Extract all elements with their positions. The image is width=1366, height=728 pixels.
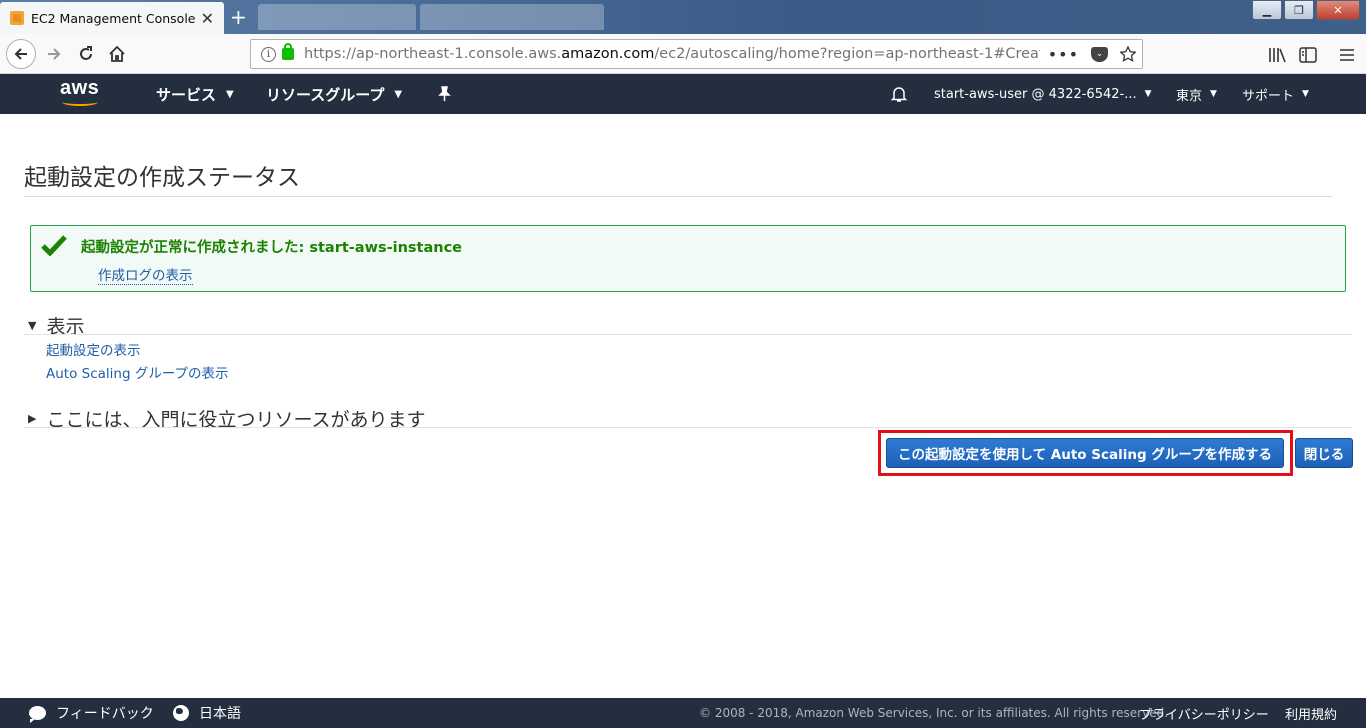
pocket-icon[interactable]: ⌄ xyxy=(1091,46,1108,62)
notification-bell-icon[interactable] xyxy=(890,85,908,103)
aws-console-header: aws サービス ▼ リソースグループ ▼ start-aws-user @ 4… xyxy=(0,74,1366,114)
checkmark-icon xyxy=(41,235,67,256)
sidebar-toggle-icon[interactable] xyxy=(1299,47,1317,63)
bookmark-star-icon[interactable] xyxy=(1120,46,1136,62)
secure-lock-icon xyxy=(282,43,294,60)
url-actions: ••• ⌄ xyxy=(1039,40,1136,68)
language-selector[interactable]: 日本語 xyxy=(173,698,241,728)
forward-button[interactable] xyxy=(40,40,68,68)
console-footer: フィードバック 日本語 © 2008 - 2018, Amazon Web Se… xyxy=(0,698,1366,728)
home-button[interactable] xyxy=(103,40,131,68)
page-actions-icon[interactable]: ••• xyxy=(1048,45,1079,64)
resource-groups-menu[interactable]: リソースグループ ▼ xyxy=(266,74,402,114)
page-title: 起動設定の作成ステータス xyxy=(24,165,300,191)
library-icon[interactable] xyxy=(1268,47,1286,63)
aws-logo[interactable]: aws xyxy=(60,78,104,108)
reload-button[interactable] xyxy=(72,40,100,68)
feedback-link[interactable]: フィードバック xyxy=(29,698,154,728)
window-restore-button[interactable]: ❐ xyxy=(1284,0,1314,20)
view-creation-log-link[interactable]: 作成ログの表示 xyxy=(98,264,193,285)
success-message: 起動設定が正常に作成されました: start-aws-instance xyxy=(81,240,463,256)
region-label: 東京 xyxy=(1176,88,1203,104)
feedback-bubble-icon xyxy=(29,706,46,723)
browser-tab-inactive[interactable] xyxy=(258,4,416,30)
resource-groups-label: リソースグループ xyxy=(266,85,385,104)
services-label: サービス xyxy=(156,85,217,104)
support-label: サポート xyxy=(1242,88,1295,104)
window-minimize-button[interactable]: ▁ xyxy=(1252,0,1282,20)
language-label: 日本語 xyxy=(199,706,241,722)
close-button[interactable]: 閉じる xyxy=(1295,438,1353,468)
reload-icon xyxy=(80,46,92,60)
caret-down-icon: ▼ xyxy=(28,319,37,332)
chevron-down-icon: ▼ xyxy=(394,88,403,100)
support-menu[interactable]: サポート ▼ xyxy=(1242,74,1309,114)
aws-smile-icon xyxy=(62,98,98,106)
section-divider xyxy=(24,427,1352,428)
url-suffix: /ec2/autoscaling/home?region=ap-northeas… xyxy=(654,46,1071,62)
privacy-policy-link[interactable]: プライバシーポリシー xyxy=(1139,698,1269,728)
window-controls: ▁ ❐ ✕ xyxy=(1250,0,1360,20)
pin-icon[interactable] xyxy=(437,86,452,102)
forward-arrow-icon xyxy=(48,48,61,60)
caret-right-icon: ▶ xyxy=(28,412,37,425)
title-divider xyxy=(24,196,1332,197)
account-label: start-aws-user @ 4322-6542-... xyxy=(934,86,1137,102)
chevron-down-icon: ▼ xyxy=(226,88,234,100)
chevron-down-icon: ▼ xyxy=(1144,89,1152,99)
region-menu[interactable]: 東京 ▼ xyxy=(1176,74,1217,114)
chevron-down-icon: ▼ xyxy=(1210,89,1217,99)
chevron-down-icon: ▼ xyxy=(1302,89,1309,99)
globe-icon xyxy=(173,705,189,721)
browser-tab-inactive[interactable] xyxy=(420,4,604,30)
services-menu[interactable]: サービス ▼ xyxy=(156,74,234,114)
view-autoscaling-groups-link[interactable]: Auto Scaling グループの表示 xyxy=(46,362,229,382)
view-launch-config-link[interactable]: 起動設定の表示 xyxy=(46,339,141,359)
browser-tab-active[interactable]: EC2 Management Console ✕ xyxy=(0,2,224,34)
browser-navbar: i https://ap-northeast-1.console.aws. ama… xyxy=(0,34,1366,74)
account-menu[interactable]: start-aws-user @ 4322-6542-... ▼ xyxy=(934,74,1152,114)
url-bar[interactable]: i https://ap-northeast-1.console.aws. ama… xyxy=(250,39,1143,69)
back-arrow-icon xyxy=(14,48,27,60)
feedback-label: フィードバック xyxy=(56,706,154,722)
hamburger-menu-icon[interactable] xyxy=(1339,48,1355,62)
window-close-button[interactable]: ✕ xyxy=(1316,0,1360,20)
site-info-icon[interactable]: i xyxy=(261,46,276,62)
close-tab-icon[interactable]: ✕ xyxy=(201,9,214,28)
url-domain: amazon.com xyxy=(561,46,655,62)
aws-favicon-icon xyxy=(10,11,24,25)
section-divider xyxy=(24,334,1352,335)
success-alert: 起動設定が正常に作成されました: start-aws-instance 作成ログ… xyxy=(30,225,1346,292)
url-prefix: https://ap-northeast-1.console.aws. xyxy=(304,46,562,62)
browser-tab-strip: EC2 Management Console ✕ + ▁ ❐ ✕ xyxy=(0,0,1366,34)
new-tab-icon[interactable]: + xyxy=(230,5,247,29)
back-button[interactable] xyxy=(6,39,36,69)
aws-logo-text: aws xyxy=(60,77,100,99)
copyright-text: © 2008 - 2018, Amazon Web Services, Inc.… xyxy=(699,706,1169,720)
terms-link[interactable]: 利用規約 xyxy=(1285,698,1337,728)
create-autoscaling-group-button[interactable]: この起動設定を使用して Auto Scaling グループを作成する xyxy=(886,438,1284,468)
browser-tab-title: EC2 Management Console xyxy=(31,10,196,26)
home-icon xyxy=(109,45,125,62)
